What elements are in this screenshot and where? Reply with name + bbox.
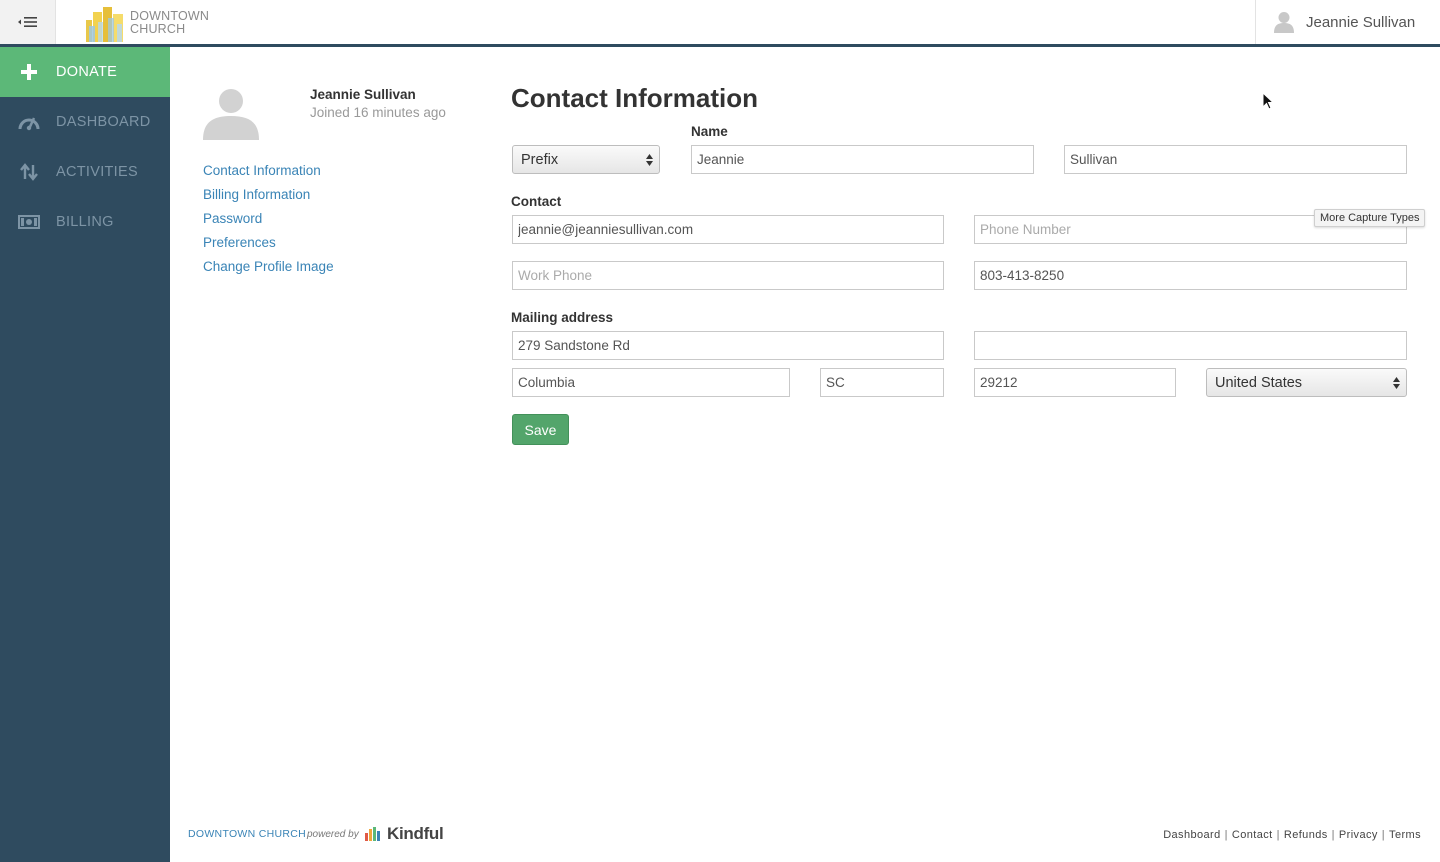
logo-line-2: CHURCH xyxy=(130,22,186,36)
select-arrows-icon xyxy=(1393,377,1400,389)
menu-collapse-icon xyxy=(17,17,37,27)
sidebar-item-donate[interactable]: DONATE xyxy=(0,47,170,97)
plus-icon xyxy=(18,61,40,83)
work-phone-input[interactable] xyxy=(512,261,944,290)
prefix-select-value: Prefix xyxy=(521,151,559,168)
sidebar-item-label: DONATE xyxy=(56,64,118,80)
mouse-cursor-icon xyxy=(1262,92,1274,110)
footer-separator: | xyxy=(1276,829,1280,841)
footer-link-dashboard[interactable]: Dashboard xyxy=(1163,829,1220,841)
mobile-phone-input[interactable] xyxy=(974,261,1407,290)
prefix-select[interactable]: Prefix xyxy=(512,145,660,174)
church-logo[interactable]: DOWNTOWN CHURCH xyxy=(86,4,209,42)
first-name-input[interactable] xyxy=(691,145,1034,174)
last-name-input[interactable] xyxy=(1064,145,1407,174)
footer-brand[interactable]: DOWNTOWN CHURCH xyxy=(188,828,306,840)
select-arrows-icon xyxy=(646,154,653,166)
sidebar: DONATE DASHBOARD ACTIVITIES BILLING xyxy=(0,47,170,862)
contact-label: Contact xyxy=(511,194,562,209)
email-input[interactable] xyxy=(512,215,944,244)
footer-separator: | xyxy=(1331,829,1335,841)
sidebar-item-label: BILLING xyxy=(56,214,114,230)
footer-separator: | xyxy=(1224,829,1228,841)
state-input[interactable] xyxy=(820,368,944,397)
transfer-arrows-icon xyxy=(18,161,40,183)
page-title: Contact Information xyxy=(511,83,758,113)
city-input[interactable] xyxy=(512,368,790,397)
save-button[interactable]: Save xyxy=(512,414,569,445)
address-line-2-input[interactable] xyxy=(974,331,1407,360)
footer-link-privacy[interactable]: Privacy xyxy=(1339,829,1378,841)
mailing-address-label: Mailing address xyxy=(511,310,614,325)
top-bar: DOWNTOWN CHURCH Jeannie Sullivan xyxy=(0,0,1440,47)
footer-link-contact[interactable]: Contact xyxy=(1232,829,1273,841)
profile-link-password[interactable]: Password xyxy=(203,210,334,234)
sidebar-toggle-button[interactable] xyxy=(0,0,56,44)
profile-link-change-profile-image[interactable]: Change Profile Image xyxy=(203,258,334,282)
footer-link-terms[interactable]: Terms xyxy=(1389,829,1421,841)
kindful-bars-icon xyxy=(365,827,380,841)
address-line-1-input[interactable] xyxy=(512,331,944,360)
footer-link-refunds[interactable]: Refunds xyxy=(1284,829,1328,841)
user-menu-button[interactable]: Jeannie Sullivan xyxy=(1255,0,1440,44)
capture-types-tooltip: More Capture Types xyxy=(1314,209,1426,227)
kindful-wordmark: Kindful xyxy=(387,824,444,843)
profile-link-billing-information[interactable]: Billing Information xyxy=(203,186,334,210)
country-select[interactable]: United States xyxy=(1206,368,1407,397)
footer-links: Dashboard | Contact | Refunds | Privacy | Terms xyxy=(1163,829,1421,841)
zip-input[interactable] xyxy=(974,368,1176,397)
profile-link-preferences[interactable]: Preferences xyxy=(203,234,334,258)
sidebar-item-activities[interactable]: ACTIVITIES xyxy=(0,147,170,197)
name-label: Name xyxy=(691,124,728,139)
church-logo-text: DOWNTOWN CHURCH xyxy=(130,10,209,36)
country-select-value: United States xyxy=(1215,374,1303,391)
profile-name: Jeannie Sullivan xyxy=(310,87,416,102)
footer-separator: | xyxy=(1381,829,1386,841)
footer-powered-by: powered by xyxy=(307,829,359,840)
profile-avatar-icon xyxy=(203,89,259,140)
sidebar-item-label: ACTIVITIES xyxy=(56,164,138,180)
kindful-logo[interactable]: Kindful xyxy=(365,824,444,844)
profile-nav: Contact Information Billing Information … xyxy=(203,162,334,282)
sidebar-item-label: DASHBOARD xyxy=(56,114,151,130)
speedometer-icon xyxy=(18,111,40,133)
profile-joined-text: Joined 16 minutes ago xyxy=(310,105,446,120)
profile-link-contact-information[interactable]: Contact Information xyxy=(203,162,334,186)
banknote-icon xyxy=(18,211,40,233)
church-logo-icon xyxy=(86,7,123,42)
sidebar-item-dashboard[interactable]: DASHBOARD xyxy=(0,97,170,147)
user-name: Jeannie Sullivan xyxy=(1306,13,1416,31)
sidebar-item-billing[interactable]: BILLING xyxy=(0,197,170,247)
user-avatar-icon xyxy=(1274,12,1294,33)
